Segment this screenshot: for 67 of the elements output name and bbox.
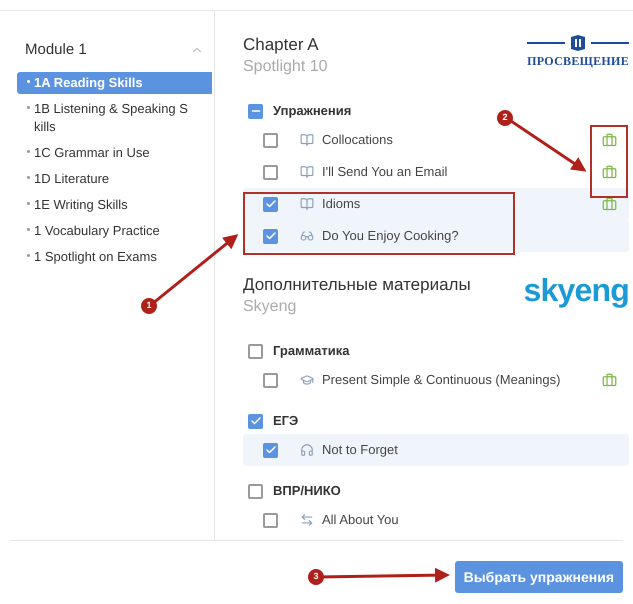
exercise-row[interactable]: All About You [243,504,629,536]
bullet-icon [27,80,30,82]
section-title: Chapter A [243,34,320,56]
group-label: ЕГЭ [273,412,298,430]
check-icon [264,444,276,456]
checkbox[interactable] [263,512,278,528]
arrows-icon [300,513,314,527]
exercise-title[interactable]: Do You Enjoy Cooking? [322,226,459,246]
exercise-row[interactable]: Not to Forget [243,434,629,466]
briefcase-icon[interactable] [602,372,617,388]
book-icon [300,133,314,147]
group-label: ВПР/НИКО [273,482,341,500]
checkbox[interactable] [248,414,263,428]
bullet-icon [27,176,30,178]
headphones-icon [300,443,314,457]
book-icon [300,197,314,211]
module-title[interactable]: Module 1 [25,39,87,62]
bullet-icon [27,106,30,108]
check-icon [250,415,262,427]
lesson-item[interactable]: 1C Grammar in Use [17,142,212,164]
exercise-title[interactable]: Present Simple & Continuous (Meanings) [322,370,560,390]
publisher-logo: ПРОСВЕЩЕНИЕ [527,34,629,70]
cap-icon [300,373,314,387]
checkbox[interactable] [248,104,263,118]
briefcase-icon[interactable] [602,164,617,180]
exercise-title[interactable]: Collocations [322,130,393,150]
lesson-item[interactable]: 1B Listening & Speaking S kills [17,98,212,138]
publisher-logo: skyeng [524,274,629,306]
checkbox[interactable] [263,228,278,244]
briefcase-icon[interactable] [602,132,617,148]
checkbox[interactable] [263,372,278,388]
checkbox[interactable] [263,132,278,148]
bullet-icon [27,228,30,230]
briefcase-icon[interactable] [602,196,617,212]
bullet-icon [27,150,30,152]
annotation-badge: 3 [308,569,324,585]
bullet-icon [27,202,30,204]
lesson-item[interactable]: 1 Vocabulary Practice [17,220,212,242]
bullet-icon [27,254,30,256]
checkbox[interactable] [263,442,278,458]
exercise-row[interactable]: Present Simple & Continuous (Meanings) [243,364,629,396]
checkbox[interactable] [263,196,278,212]
exercise-row[interactable]: I'll Send You an Email [243,156,629,188]
annotation-badge: 2 [497,110,513,126]
lesson-item[interactable]: 1E Writing Skills [17,194,212,216]
exercise-title[interactable]: I'll Send You an Email [322,162,448,182]
book-icon [300,165,314,179]
group-label: Упражнения [273,102,352,120]
exercise-title[interactable]: Idioms [322,194,360,214]
exercise-row[interactable]: Collocations [243,124,629,156]
exercise-row[interactable]: Do You Enjoy Cooking? [243,220,629,252]
check-icon [264,230,276,242]
annotation-badge: 1 [141,298,157,314]
lesson-item[interactable]: 1 Spotlight on Exams [17,246,212,268]
exercise-title[interactable]: All About You [322,510,399,530]
lesson-item[interactable]: 1D Literature [17,168,212,190]
checkbox[interactable] [248,484,263,498]
check-icon [264,198,276,210]
checkbox[interactable] [263,164,278,180]
group-label: Грамматика [273,342,350,360]
section-title: Дополнительные материалы [243,274,471,296]
exercise-title[interactable]: Not to Forget [322,440,398,460]
section-subtitle: Spotlight 10 [243,57,328,77]
exercise-row[interactable]: Idioms [243,188,629,220]
checkbox[interactable] [248,344,263,358]
section-subtitle: Skyeng [243,297,298,317]
glasses-icon [300,229,314,243]
